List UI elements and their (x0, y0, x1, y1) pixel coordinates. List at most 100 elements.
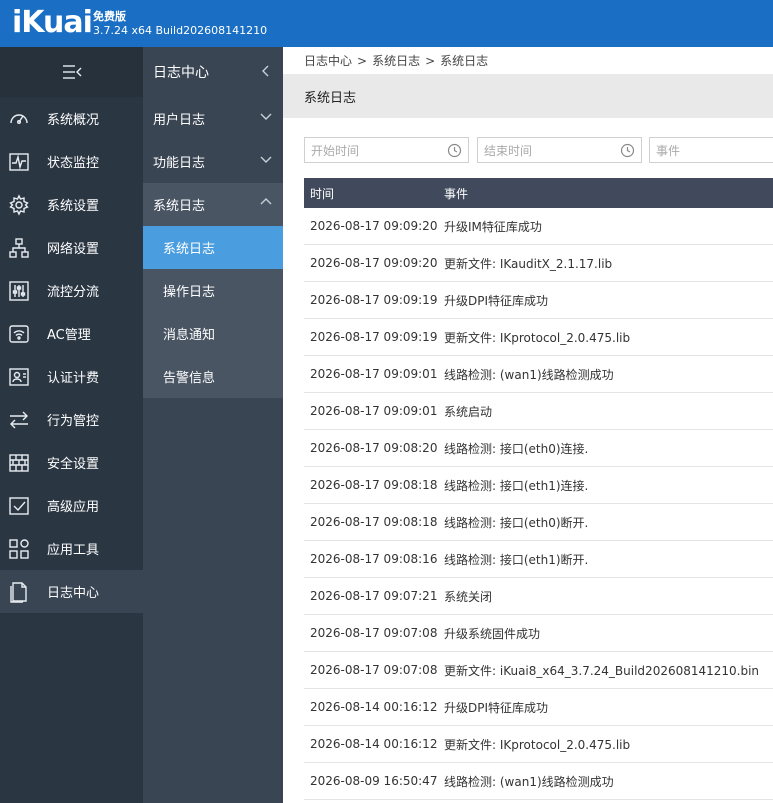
table-row[interactable]: 2026-08-17 09:07:21 系统关闭 (304, 578, 773, 615)
cell-event: 更新文件: IKprotocol_2.0.475.lib (444, 330, 631, 345)
sidebar-item-label: 行为管控 (47, 414, 100, 429)
cell-time: 2026-08-17 09:07:21 (310, 589, 438, 603)
subbar-item-operation-log[interactable]: 操作日志 (143, 269, 283, 312)
cell-time: 2026-08-17 09:08:18 (310, 478, 438, 492)
chevron-left-icon[interactable] (261, 64, 271, 78)
table-row[interactable]: 2026-08-17 09:09:01 系统启动 (304, 393, 773, 430)
subbar-item-system-log[interactable]: 系统日志 (143, 226, 283, 269)
breadcrumb-separator: > (425, 53, 436, 68)
table-row[interactable]: 2026-08-17 09:08:18 线路检测: 接口(eth0)断开. (304, 504, 773, 541)
sidebar-item-label: 认证计费 (47, 371, 100, 386)
column-header-event[interactable]: 事件 (444, 185, 468, 202)
sidebar-item-auth[interactable]: 认证计费 (0, 355, 143, 398)
subbar-item-alerts[interactable]: 告警信息 (143, 355, 283, 398)
subbar-item-notifications[interactable]: 消息通知 (143, 312, 283, 355)
subbar-group-label: 用户日志 (153, 113, 206, 128)
logo[interactable]: iKuai (12, 4, 93, 42)
table-row[interactable]: 2026-08-17 09:08:18 线路检测: 接口(eth1)连接. (304, 467, 773, 504)
sidebar-item-log-center[interactable]: 日志中心 (0, 570, 143, 613)
sidebar-item-network[interactable]: 网络设置 (0, 226, 143, 269)
main-sidebar: 系统概况 状态监控 系统设置 网络设置 流控分流 AC管理 认证计费 行为管控 … (0, 47, 143, 803)
breadcrumb: 日志中心 > 系统日志 > 系统日志 (283, 47, 773, 74)
sliders-icon (0, 269, 47, 312)
table-row[interactable]: 2026-08-09 16:50:47 线路检测: (wan1)线路检测成功 (304, 763, 773, 800)
sidebar-item-security[interactable]: 安全设置 (0, 441, 143, 484)
subbar-group-user-log[interactable]: 用户日志 (143, 97, 283, 140)
table-row[interactable]: 2026-08-17 09:09:20 升级IM特征库成功 (304, 208, 773, 245)
sidebar-item-advanced[interactable]: 高级应用 (0, 484, 143, 527)
firewall-icon (0, 441, 47, 484)
menu-toggle-button[interactable] (0, 47, 143, 97)
end-time-field[interactable]: 结束时间 (477, 137, 642, 163)
sidebar-item-label: 状态监控 (47, 156, 100, 171)
subbar-title-label: 日志中心 (153, 65, 209, 81)
version-label: 3.7.24 x64 Build202608141210 (93, 24, 268, 37)
dashboard-icon (0, 97, 47, 140)
subbar-group-system-log[interactable]: 系统日志 (143, 183, 283, 226)
log-table: 时间 事件 2026-08-17 09:09:20 升级IM特征库成功 2026-0… (304, 178, 773, 800)
table-body: 2026-08-17 09:09:20 升级IM特征库成功 2026-08-17 0… (304, 208, 773, 800)
sidebar-item-overview[interactable]: 系统概况 (0, 97, 143, 140)
clock-icon (620, 143, 635, 158)
sidebar-item-behavior[interactable]: 行为管控 (0, 398, 143, 441)
table-row[interactable]: 2026-08-14 00:16:12 升级DPI特征库成功 (304, 689, 773, 726)
sidebar-item-flow-control[interactable]: 流控分流 (0, 269, 143, 312)
network-icon (0, 226, 47, 269)
sidebar-item-tools[interactable]: 应用工具 (0, 527, 143, 570)
wifi-icon (0, 312, 47, 355)
table-row[interactable]: 2026-08-14 00:16:12 更新文件: IKprotocol_2.0.… (304, 726, 773, 763)
top-header: iKuai 免费版 3.7.24 x64 Build202608141210 (0, 0, 773, 47)
breadcrumb-item[interactable]: 日志中心 (304, 52, 352, 69)
sidebar-item-label: 应用工具 (47, 543, 100, 558)
cell-time: 2026-08-14 00:16:12 (310, 737, 438, 751)
cell-event: 升级DPI特征库成功 (444, 700, 549, 715)
cell-time: 2026-08-17 09:09:20 (310, 256, 438, 270)
start-time-placeholder: 开始时间 (311, 143, 360, 158)
cell-event: 升级系统固件成功 (444, 626, 541, 641)
subbar-group-function-log[interactable]: 功能日志 (143, 140, 283, 183)
cell-time: 2026-08-17 09:09:19 (310, 330, 438, 344)
breadcrumb-item: 系统日志 (440, 54, 489, 68)
cell-time: 2026-08-17 09:09:01 (310, 367, 438, 381)
arrows-icon (0, 398, 47, 441)
main-content: 日志中心 > 系统日志 > 系统日志 系统日志 开始时间 结束时间 事件 时间 … (283, 47, 773, 803)
cell-time: 2026-08-17 09:09:01 (310, 404, 438, 418)
cell-event: 线路检测: 接口(eth0)断开. (444, 515, 589, 530)
cell-event: 系统启动 (444, 404, 493, 419)
table-row[interactable]: 2026-08-17 09:09:20 更新文件: IKauditX_2.1.17… (304, 245, 773, 282)
cell-time: 2026-08-17 09:07:08 (310, 626, 438, 640)
sidebar-item-label: 高级应用 (47, 500, 100, 515)
sidebar-item-ac[interactable]: AC管理 (0, 312, 143, 355)
table-row[interactable]: 2026-08-17 09:09:01 线路检测: (wan1)线路检测成功 (304, 356, 773, 393)
table-row[interactable]: 2026-08-17 09:09:19 升级DPI特征库成功 (304, 282, 773, 319)
id-card-icon (0, 355, 47, 398)
table-row[interactable]: 2026-08-17 09:07:08 更新文件: iKuai8_x64_3.7.… (304, 652, 773, 689)
table-header: 时间 事件 (304, 178, 773, 208)
breadcrumb-item[interactable]: 系统日志 (372, 52, 420, 69)
table-row[interactable]: 2026-08-17 09:08:16 线路检测: 接口(eth1)断开. (304, 541, 773, 578)
sidebar-item-label: 日志中心 (47, 586, 100, 601)
chevron-down-icon (260, 156, 272, 163)
apps-icon (0, 527, 47, 570)
event-input[interactable]: 事件 (649, 137, 773, 163)
cell-event: 升级IM特征库成功 (444, 219, 542, 234)
menu-collapse-icon (62, 65, 81, 79)
cell-event: 线路检测: 接口(eth1)连接. (444, 478, 589, 493)
sidebar-item-monitor[interactable]: 状态监控 (0, 140, 143, 183)
checkbox-icon (0, 484, 47, 527)
cell-time: 2026-08-09 16:50:47 (310, 774, 438, 788)
sub-sidebar: 日志中心 用户日志 功能日志 系统日志 系统日志 操作日志 消息通知 告警信息 (143, 47, 283, 803)
column-header-time[interactable]: 时间 (304, 185, 444, 202)
cell-time: 2026-08-17 09:08:16 (310, 552, 438, 566)
table-row[interactable]: 2026-08-17 09:08:20 线路检测: 接口(eth0)连接. (304, 430, 773, 467)
cell-event: 线路检测: 接口(eth0)连接. (444, 441, 589, 456)
table-row[interactable]: 2026-08-17 09:09:19 更新文件: IKprotocol_2.0.… (304, 319, 773, 356)
sidebar-item-settings[interactable]: 系统设置 (0, 183, 143, 226)
table-row[interactable]: 2026-08-17 09:07:08 升级系统固件成功 (304, 615, 773, 652)
subbar-group-label: 系统日志 (153, 199, 206, 214)
sidebar-item-label: 流控分流 (47, 285, 100, 300)
sidebar-item-label: 安全设置 (47, 457, 100, 472)
cell-event: 更新文件: IKauditX_2.1.17.lib (444, 256, 613, 271)
cell-event: 更新文件: iKuai8_x64_3.7.24_Build20260814121… (444, 663, 760, 678)
start-time-field[interactable]: 开始时间 (304, 137, 469, 163)
